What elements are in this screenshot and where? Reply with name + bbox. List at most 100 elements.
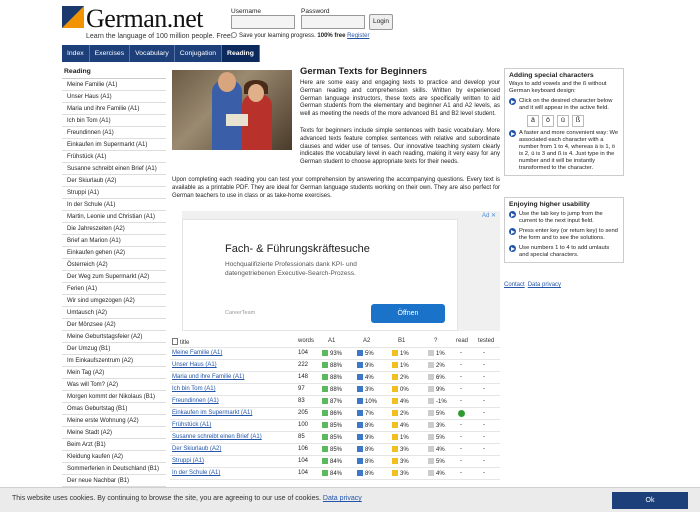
nav-index[interactable]: Index	[62, 45, 90, 62]
b1-cell: 2%	[392, 374, 409, 381]
sidebar-item[interactable]: Die Jahreszeiten (A2)	[62, 223, 166, 235]
nav-vocabulary[interactable]: Vocabulary	[130, 45, 175, 62]
char-button-o-umlaut[interactable]: ö	[542, 115, 554, 127]
sidebar-item[interactable]: Wir sind umgezogen (A2)	[62, 295, 166, 307]
text-title-link[interactable]: Struppi (A1)	[172, 458, 204, 464]
sidebar-item[interactable]: Omas Geburtstag (B1)	[62, 403, 166, 415]
words-cell: 100	[298, 422, 309, 428]
sidebar-item[interactable]: Ich bin Tom (A1)	[62, 115, 166, 127]
sidebar-item[interactable]: Was will Tom? (A2)	[62, 379, 166, 391]
register-link[interactable]: Register	[347, 33, 369, 39]
col-read[interactable]: read	[456, 338, 468, 344]
cookie-privacy-link[interactable]: Data privacy	[323, 495, 362, 502]
sidebar-item[interactable]: Ferien (A1)	[62, 283, 166, 295]
nav-conjugation[interactable]: Conjugation	[175, 45, 223, 62]
special-characters-box: Adding special characters Ways to add vo…	[504, 68, 624, 176]
char-button-u-umlaut[interactable]: ü	[557, 115, 569, 127]
text-title-link[interactable]: Ich bin Tom (A1)	[172, 386, 216, 392]
words-cell: 83	[298, 398, 305, 404]
tested-cell: -	[483, 362, 485, 368]
text-title-link[interactable]: Frühstück (A1)	[172, 422, 211, 428]
sidebar-item[interactable]: Sommerferien in Deutschland (B1)	[62, 463, 166, 475]
sidebar-item[interactable]: Frühstück (A1)	[62, 151, 166, 163]
arrow-icon	[509, 228, 516, 235]
sidebar-item[interactable]: Der Skiurlaub (A2)	[62, 175, 166, 187]
intro-paragraph: Here are some easy and engaging texts to…	[300, 80, 500, 118]
unknown-cell: 4%	[428, 446, 445, 453]
text-title-link[interactable]: Der Skiurlaub (A2)	[172, 446, 221, 452]
nav-exercises[interactable]: Exercises	[90, 45, 131, 62]
text-title-link[interactable]: Freundinnen (A1)	[172, 398, 219, 404]
b1-cell: 1%	[392, 434, 409, 441]
sidebar-item[interactable]: Morgen kommt der Nikolaus (B1)	[62, 391, 166, 403]
contact-link[interactable]: Contact	[504, 282, 525, 288]
unknown-cell: 5%	[428, 458, 445, 465]
col-title[interactable]: title	[172, 338, 189, 346]
sidebar-item[interactable]: Kleidung kaufen (A2)	[62, 451, 166, 463]
sidebar-item[interactable]: Brief an Marion (A1)	[62, 235, 166, 247]
col-tested[interactable]: tested	[478, 338, 494, 344]
sidebar-item[interactable]: Der Weg zum Supermarkt (A2)	[62, 271, 166, 283]
sidebar-item[interactable]: Meine Geburtstagsfeier (A2)	[62, 331, 166, 343]
ad-marker[interactable]: Ad ✕	[482, 212, 496, 219]
col-a1[interactable]: A1	[328, 338, 335, 344]
password-field[interactable]	[301, 15, 365, 29]
password-label: Password	[301, 8, 330, 15]
sidebar-item[interactable]: Umtausch (A2)	[62, 307, 166, 319]
sidebar-item[interactable]: Meine erste Wohnung (A2)	[62, 415, 166, 427]
cookie-ok-button[interactable]: Ok	[612, 492, 688, 509]
texts-table: title words A1 A2 B1 ? read tested Meine…	[170, 336, 500, 480]
sidebar-item[interactable]: Einkaufen gehen (A2)	[62, 247, 166, 259]
sidebar-item[interactable]: Der Mönzsee (A2)	[62, 319, 166, 331]
table-row: Struppi (A1) 104 84% 8% 3% 5% - -	[170, 456, 500, 468]
sidebar-item[interactable]: Struppi (A1)	[62, 187, 166, 199]
data-privacy-link[interactable]: Data privacy	[528, 282, 561, 288]
col-words[interactable]: words	[298, 338, 314, 344]
sidebar-item[interactable]: Martin, Leonie und Christian (A1)	[62, 211, 166, 223]
char-button-a-umlaut[interactable]: ä	[527, 115, 539, 127]
text-title-link[interactable]: Meine Familie (A1)	[172, 350, 222, 356]
sidebar-item[interactable]: Mein Tag (A2)	[62, 367, 166, 379]
text-title-link[interactable]: Maria und ihre Familie (A1)	[172, 374, 244, 380]
username-field[interactable]	[231, 15, 295, 29]
ad-open-button[interactable]: Öffnen	[371, 304, 445, 323]
b1-cell: 1%	[392, 362, 409, 369]
nav-reading[interactable]: Reading	[222, 45, 260, 62]
logo-triangle	[62, 6, 84, 28]
login-button[interactable]: Login	[369, 14, 393, 30]
advertisement[interactable]: Ad ✕ Fach- & Führungskräftesuche Hochqua…	[182, 211, 500, 331]
ad-card[interactable]: Fach- & Führungskräftesuche Hochqualifiz…	[182, 219, 458, 331]
text-title-link[interactable]: Unser Haus (A1)	[172, 362, 217, 368]
arrow-icon	[509, 130, 516, 137]
sidebar-item[interactable]: Beim Arzt (B1)	[62, 439, 166, 451]
text-title-link[interactable]: In der Schule (A1)	[172, 470, 220, 476]
read-cell: -	[460, 434, 462, 440]
sidebar-item[interactable]: Maria und ihre Familie (A1)	[62, 103, 166, 115]
sidebar-item[interactable]: Unser Haus (A1)	[62, 91, 166, 103]
read-check-icon	[458, 410, 465, 418]
box2-item-3: Use numbers 1 to 4 to add umlauts and sp…	[509, 245, 619, 259]
save-checkbox[interactable]	[231, 32, 237, 38]
a1-cell: 84%	[322, 458, 342, 465]
levels-paragraph: Texts for beginners include simple sente…	[300, 128, 500, 166]
sidebar-item[interactable]: Meine Stadt (A2)	[62, 427, 166, 439]
sidebar-item[interactable]: Freundinnen (A1)	[62, 127, 166, 139]
sidebar-item[interactable]: Meine Familie (A1)	[62, 79, 166, 91]
sidebar-item[interactable]: Susanne schreibt einen Brief (A1)	[62, 163, 166, 175]
a1-cell: 85%	[322, 422, 342, 429]
sidebar-item[interactable]: Der neue Nachbar (B1)	[62, 475, 166, 487]
col-unknown[interactable]: ?	[434, 338, 437, 344]
sidebar-item[interactable]: In der Schule (A1)	[62, 199, 166, 211]
sidebar-item[interactable]: Einkaufen im Supermarkt (A1)	[62, 139, 166, 151]
col-a2[interactable]: A2	[363, 338, 370, 344]
table-row: Meine Familie (A1) 104 93% 5% 1% 1% - -	[170, 348, 500, 360]
sidebar-item[interactable]: Österreich (A2)	[62, 259, 166, 271]
sidebar-item[interactable]: Im Einkaufszentrum (A2)	[62, 355, 166, 367]
box2-title: Enjoying higher usability	[509, 201, 590, 208]
text-title-link[interactable]: Susanne schreibt einen Brief (A1)	[172, 434, 262, 440]
text-title-link[interactable]: Einkaufen im Supermarkt (A1)	[172, 410, 252, 416]
col-b1[interactable]: B1	[398, 338, 405, 344]
char-button-eszett[interactable]: ß	[572, 115, 584, 127]
box1-item-2: A faster and more convenient way: We ass…	[509, 130, 619, 172]
sidebar-item[interactable]: Der Umzug (B1)	[62, 343, 166, 355]
